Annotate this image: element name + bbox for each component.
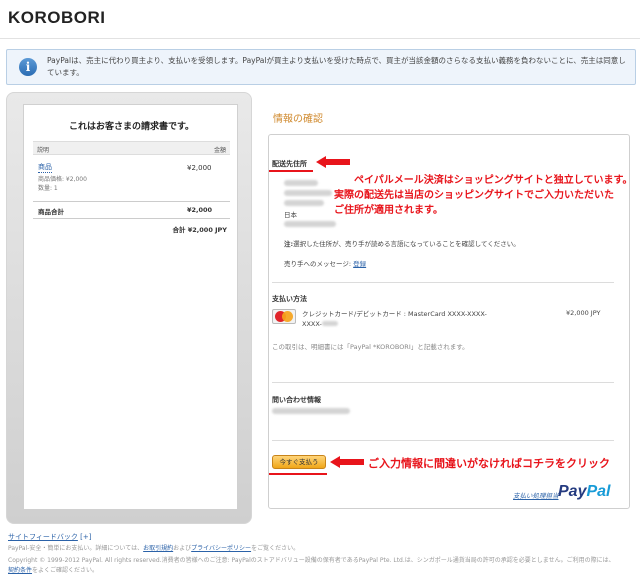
footer-legal-line-3: 契約条件をよくご確認ください。 bbox=[8, 567, 99, 574]
address-note: 注:選択した住所が、売り手が読める言語になっていることを確認してください。 bbox=[284, 238, 520, 248]
pay-now-button[interactable]: 今すぐ支払う bbox=[272, 455, 326, 469]
footer-legal-line-2: Copyright © 1999-2012 PayPal. All rights… bbox=[8, 557, 615, 564]
annotation-line-2: 実際の配送先は当店のショッピングサイトでご入力いただいた bbox=[334, 190, 614, 201]
seller-message-row: 売り手へのメッセージ: 登録 bbox=[284, 258, 366, 268]
contact-email-blurred bbox=[272, 408, 350, 414]
annotation-arrow-left-icon bbox=[330, 456, 364, 468]
info-notice: i PayPalは、売主に代わり買主より、支払いを受領します。PayPalが買主… bbox=[6, 49, 636, 85]
section-divider bbox=[272, 282, 614, 283]
address-line-blurred bbox=[284, 180, 318, 186]
secure-processing-link[interactable]: 支払い処理担当 bbox=[513, 490, 559, 500]
item-unit-price: 商品価格: ¥2,000 bbox=[38, 176, 87, 183]
section-heading: 情報の確認 bbox=[273, 114, 323, 125]
card-text-line2: XXXX- bbox=[302, 319, 487, 329]
notice-text: PayPalは、売主に代わり買主より、支払いを受領します。PayPalが買主より… bbox=[47, 56, 626, 77]
address-country: 日本 bbox=[284, 211, 297, 219]
address-line-blurred bbox=[284, 190, 332, 196]
subtotal-value: ¥2,000 bbox=[187, 206, 213, 214]
grand-total: 合計 ¥2,000 JPY bbox=[172, 226, 228, 234]
card-number-blurred bbox=[321, 321, 338, 326]
annotation-bottom: ご入力情報に間違いがなければコチラをクリック bbox=[368, 458, 610, 470]
paypal-logo: PayPal bbox=[558, 483, 611, 500]
seller-message-register-link[interactable]: 登録 bbox=[353, 260, 366, 268]
item-price: ¥2,000 bbox=[187, 164, 212, 172]
shipping-address-label: 配送先住所 bbox=[272, 160, 307, 168]
item-name-link[interactable]: 商品 bbox=[38, 163, 52, 173]
shipping-label-underline bbox=[269, 170, 313, 172]
total-divider bbox=[33, 218, 230, 219]
address-note-label: 注: bbox=[284, 240, 294, 248]
description-column-header: 説明 bbox=[37, 147, 50, 154]
footer-feedback: サイトフィードバック [+] bbox=[8, 532, 91, 542]
subtotal-divider bbox=[33, 201, 230, 202]
section-divider bbox=[272, 440, 614, 441]
annotation-line-1: ペイパルメール決済はショッピングサイトと独立しています。 bbox=[354, 175, 633, 186]
item-details: 商品価格: ¥2,000 数量: 1 bbox=[38, 175, 87, 193]
statement-note: この取引は、明細書には「PayPal *KOROBORI」と記載されます。 bbox=[272, 343, 469, 351]
subtotal-label: 商品合計 bbox=[38, 208, 64, 216]
annotation-arrow-left-icon bbox=[316, 156, 350, 168]
section-divider bbox=[272, 382, 614, 383]
payment-method-label: 支払い方法 bbox=[272, 295, 307, 303]
pay-button-underline bbox=[269, 473, 327, 475]
address-note-text: 選択した住所が、売り手が読める言語になっていることを確認してください。 bbox=[293, 240, 520, 248]
store-title: KOROBORI bbox=[8, 8, 106, 27]
item-quantity: 数量: 1 bbox=[38, 185, 58, 192]
site-feedback-link[interactable]: サイトフィードバック bbox=[8, 533, 78, 541]
agreement-terms-link[interactable]: 契約条件 bbox=[8, 567, 32, 574]
info-icon: i bbox=[19, 58, 37, 76]
header-divider bbox=[0, 38, 640, 39]
amount-column-header: 金額 bbox=[213, 147, 226, 154]
annotation-line-3: ご住所が適用されます。 bbox=[334, 205, 443, 216]
address-name-blurred bbox=[284, 221, 336, 227]
mastercard-icon bbox=[272, 309, 296, 324]
invoice-table-header: 説明 金額 bbox=[33, 141, 230, 155]
privacy-policy-link[interactable]: プライバシーポリシー bbox=[191, 545, 251, 552]
footer-legal-line-1: PayPal-安全・簡単にお支払い。詳細については、お取引規約およびプライバシー… bbox=[8, 545, 300, 552]
seller-message-label: 売り手へのメッセージ: bbox=[284, 260, 352, 268]
card-description: クレジットカード/デビットカード : MasterCard XXXX-XXXX-… bbox=[302, 309, 487, 329]
feedback-expand-toggle[interactable]: [+] bbox=[80, 533, 91, 541]
card-amount: ¥2,000 JPY bbox=[566, 309, 601, 317]
contact-info-label: 問い合わせ情報 bbox=[272, 396, 321, 404]
card-text-line1: クレジットカード/デビットカード : MasterCard XXXX-XXXX- bbox=[302, 310, 487, 318]
invoice-panel: これはお客さまの請求書です。 説明 金額 商品 ¥2,000 商品価格: ¥2,… bbox=[23, 104, 238, 510]
address-line-blurred bbox=[284, 200, 324, 206]
terms-link[interactable]: お取引規約 bbox=[143, 545, 173, 552]
invoice-title: これはお客さまの請求書です。 bbox=[68, 122, 195, 132]
